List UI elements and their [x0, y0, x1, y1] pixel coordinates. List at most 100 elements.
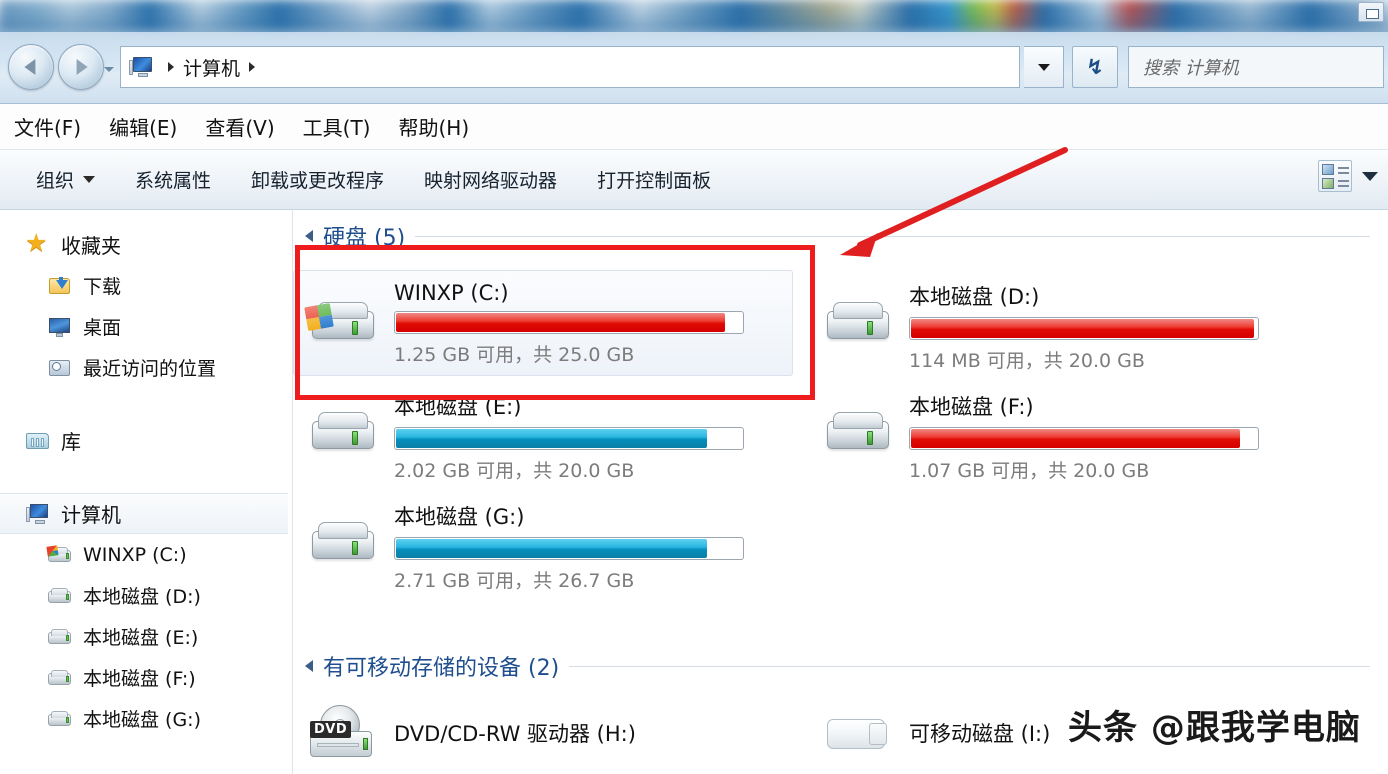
- drive-tile[interactable]: 本地磁盘 (D:) 114 MB 可用，共 20.0 GB: [808, 270, 1308, 382]
- toolbar-uninstall-change-program[interactable]: 卸载或更改程序: [231, 160, 404, 200]
- sidebar-item-label: 计算机: [61, 503, 121, 527]
- sidebar-item-label: 收藏夹: [61, 234, 121, 258]
- windows-drive-icon: [304, 295, 380, 353]
- back-arrow-icon[interactable]: [8, 44, 54, 90]
- drive-info: 本地磁盘 (F:) 1.07 GB 可用，共 20.0 GB: [909, 389, 1259, 483]
- windows-drive-icon: [46, 544, 72, 566]
- sidebar-item-label: 本地磁盘 (F:): [83, 668, 196, 690]
- sidebar-item-label: 本地磁盘 (D:): [83, 586, 201, 608]
- menu-file[interactable]: 文件(F): [14, 112, 81, 141]
- hard-drive-icon: [821, 405, 895, 463]
- sidebar-item-drive-d[interactable]: 本地磁盘 (D:): [0, 575, 292, 616]
- sidebar-item-drive-f[interactable]: 本地磁盘 (F:): [0, 657, 292, 698]
- removable-device-label: DVD/CD-RW 驱动器 (H:): [394, 722, 636, 746]
- sidebar-item-label: 本地磁盘 (E:): [83, 627, 199, 649]
- drive-capacity-text: 1.25 GB 可用，共 25.0 GB: [394, 344, 635, 366]
- refresh-icon[interactable]: ↯: [1072, 46, 1118, 88]
- forward-arrow-icon[interactable]: [58, 44, 104, 90]
- menu-tools[interactable]: 工具(T): [303, 112, 371, 141]
- drive-info: 本地磁盘 (D:) 114 MB 可用，共 20.0 GB: [909, 279, 1259, 373]
- sidebar-item-recent-places[interactable]: 最近访问的位置: [0, 347, 292, 388]
- sidebar-item-label: 桌面: [83, 317, 122, 339]
- chevron-down-icon[interactable]: [1362, 171, 1378, 181]
- hard-drive-icon: [48, 708, 72, 730]
- drive-label: 本地磁盘 (D:): [909, 285, 1040, 309]
- menu-help[interactable]: 帮助(H): [398, 112, 469, 141]
- drive-tile[interactable]: 本地磁盘 (F:) 1.07 GB 可用，共 20.0 GB: [808, 380, 1308, 492]
- removable-device-tile[interactable]: 可移动磁盘 (I:): [808, 694, 1061, 772]
- breadcrumb-separator-icon: [249, 62, 256, 72]
- toolbar-organize-button[interactable]: 组织: [16, 160, 115, 200]
- sidebar-item-label: 下载: [83, 276, 122, 298]
- collapse-triangle-icon[interactable]: [305, 660, 313, 672]
- menu-view[interactable]: 查看(V): [205, 112, 274, 141]
- drive-capacity-text: 1.07 GB 可用，共 20.0 GB: [909, 460, 1150, 482]
- breadcrumb-bar[interactable]: 计算机: [120, 46, 1020, 88]
- toolbar-organize-label: 组织: [36, 170, 75, 192]
- breadcrumb-separator-icon: [168, 62, 174, 72]
- breadcrumb-segment-computer[interactable]: 计算机: [183, 54, 240, 81]
- search-input[interactable]: 搜索 计算机: [1128, 46, 1384, 88]
- drive-capacity-fill: [911, 429, 1240, 448]
- drive-capacity-text: 2.02 GB 可用，共 20.0 GB: [394, 460, 635, 482]
- desktop-icon: [48, 316, 72, 338]
- drive-capacity-fill: [396, 313, 725, 332]
- hard-drive-icon: [821, 295, 895, 353]
- chevron-down-icon[interactable]: [1024, 46, 1064, 88]
- view-layout-icon[interactable]: [1318, 160, 1352, 192]
- sidebar-item-label: WINXP (C:): [83, 543, 187, 566]
- dvd-badge: DVD: [310, 721, 352, 738]
- navigation-pane[interactable]: 收藏夹下载桌面最近访问的位置库计算机 WINXP (C:) 本地磁盘 (D:) 本地磁…: [0, 210, 293, 774]
- drive-label: 本地磁盘 (G:): [394, 505, 525, 529]
- group-hard-disks-header[interactable]: 硬盘 (5): [293, 220, 1388, 252]
- drive-tile[interactable]: WINXP (C:) 1.25 GB 可用，共 25.0 GB: [293, 270, 793, 376]
- menu-edit[interactable]: 编辑(E): [109, 112, 177, 141]
- sidebar-item-downloads[interactable]: 下载: [0, 265, 292, 306]
- drive-capacity-fill: [911, 319, 1254, 338]
- group-divider: [415, 235, 1370, 237]
- toolbar-open-control-panel[interactable]: 打开控制面板: [577, 160, 731, 200]
- sidebar-group-computer[interactable]: 计算机: [0, 493, 288, 534]
- chevron-down-icon: [83, 176, 96, 183]
- drive-label: 本地磁盘 (F:): [909, 395, 1034, 419]
- sidebar-group-favorites[interactable]: 收藏夹: [0, 224, 292, 265]
- drive-capacity-bar: [394, 537, 744, 560]
- removable-device-tile[interactable]: DVD DVD/CD-RW 驱动器 (H:): [293, 694, 647, 772]
- drive-label: WINXP (C:): [394, 281, 509, 305]
- sidebar-item-drive-e[interactable]: 本地磁盘 (E:): [0, 616, 292, 657]
- watermark-text: 头条 @跟我学电脑: [1068, 708, 1361, 748]
- sidebar-item-drive-g[interactable]: 本地磁盘 (G:): [0, 698, 292, 739]
- search-placeholder: 搜索 计算机: [1143, 58, 1239, 79]
- sidebar-item-drive-c[interactable]: WINXP (C:): [0, 534, 292, 575]
- command-toolbar: 组织 系统属性 卸载或更改程序 映射网络驱动器 打开控制面板: [0, 150, 1388, 210]
- drive-capacity-fill: [396, 539, 708, 558]
- removable-device-label: 可移动磁盘 (I:): [909, 722, 1051, 746]
- dvd-drive-icon: DVD: [306, 705, 380, 763]
- library-folder-icon: [26, 430, 50, 452]
- star-icon: [25, 228, 50, 257]
- drive-tile[interactable]: 本地磁盘 (G:) 2.71 GB 可用，共 26.7 GB: [293, 490, 793, 602]
- hard-disk-tiles: WINXP (C:) 1.25 GB 可用，共 25.0 GB 本地磁盘 (D:) 1…: [293, 252, 1388, 650]
- explorer-window: 计算机 ↯ 搜索 计算机 文件(F) 编辑(E) 查看(V) 工具(T) 帮助(H) 组…: [0, 0, 1388, 774]
- sidebar-item-label: 本地磁盘 (G:): [83, 709, 201, 731]
- collapse-triangle-icon[interactable]: [305, 230, 313, 242]
- sidebar-group-libraries[interactable]: 库: [0, 420, 292, 461]
- toolbar-system-properties[interactable]: 系统属性: [115, 160, 231, 200]
- recent-places-icon: [48, 357, 72, 379]
- group-hard-disks-title: 硬盘 (5): [323, 226, 406, 251]
- group-removable-header[interactable]: 有可移动存储的设备 (2): [293, 650, 1388, 682]
- hard-drive-icon: [48, 667, 72, 689]
- drive-tile[interactable]: 本地磁盘 (E:) 2.02 GB 可用，共 20.0 GB: [293, 380, 793, 492]
- sidebar-item-desktop[interactable]: 桌面: [0, 306, 292, 347]
- sidebar-item-label: 库: [61, 430, 81, 454]
- content-pane: 硬盘 (5) WINXP (C:) 1.25 GB 可用，共 25.0 GB 本地磁…: [293, 210, 1388, 774]
- toolbar-map-network-drive[interactable]: 映射网络驱动器: [404, 160, 577, 200]
- navigation-buttons: [8, 44, 104, 90]
- recent-pages-chevron-icon[interactable]: [104, 67, 114, 72]
- drive-label: 本地磁盘 (E:): [394, 395, 522, 419]
- restore-window-button[interactable]: [1358, 2, 1384, 22]
- hard-drive-icon: [48, 626, 72, 648]
- toolbar-view-controls: [1318, 160, 1378, 192]
- hard-drive-icon: [306, 515, 380, 573]
